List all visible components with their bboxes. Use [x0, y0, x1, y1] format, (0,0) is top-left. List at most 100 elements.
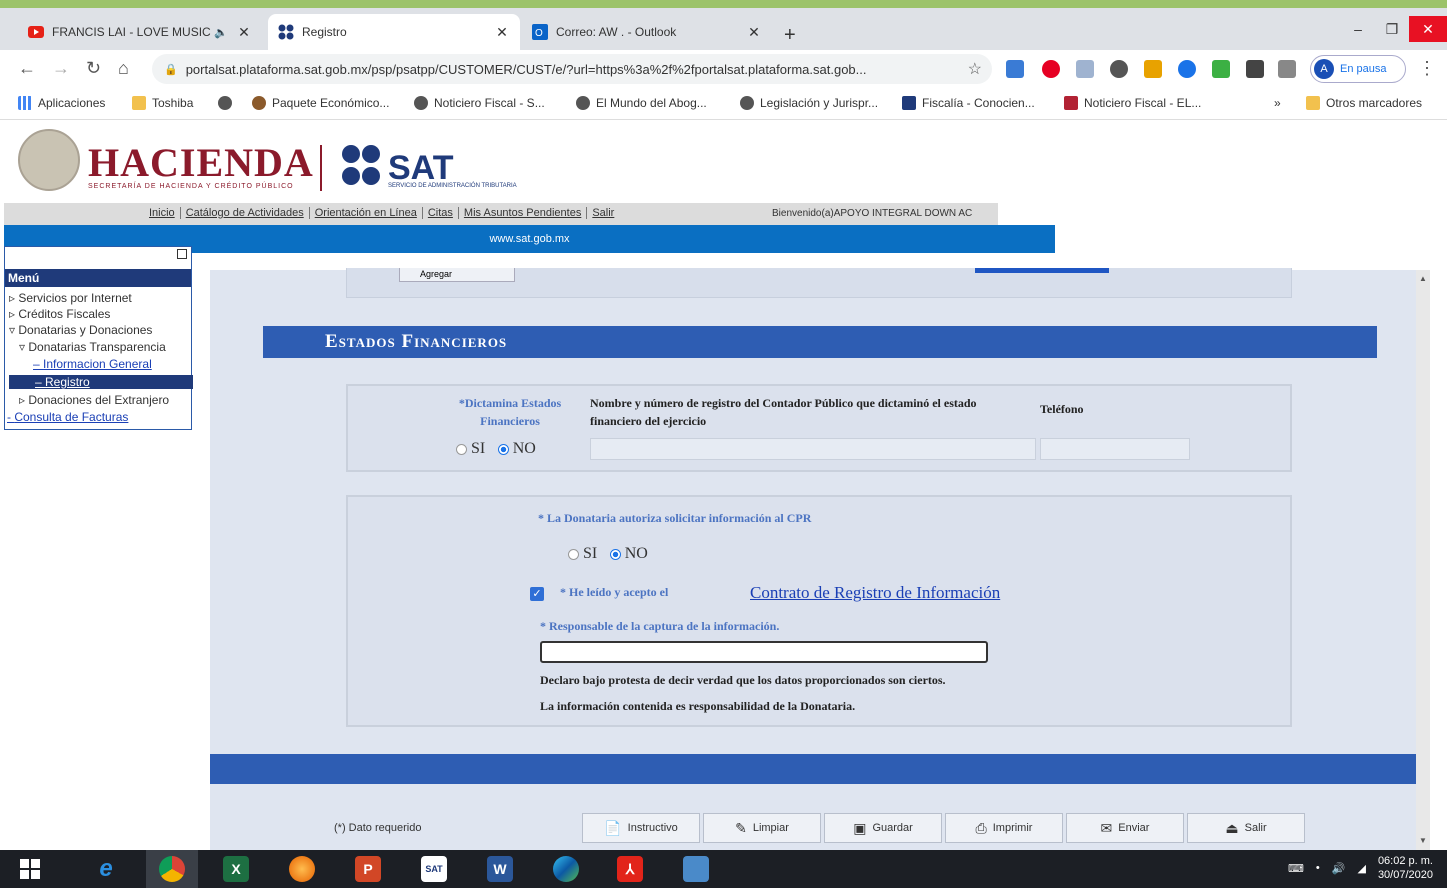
nav-citas[interactable]: Citas [423, 207, 459, 219]
extension-icon[interactable] [1178, 60, 1196, 78]
extension-icon[interactable] [1144, 60, 1162, 78]
tab-label: Correo: AW . - Outlook [556, 25, 677, 39]
back-icon[interactable]: ← [18, 58, 36, 79]
sidebar-item-servicios[interactable]: ▹ Servicios por Internet [9, 291, 132, 305]
close-window-icon[interactable]: ✕ [1409, 16, 1447, 42]
sidebar-item-extranjero[interactable]: ▹ Donaciones del Extranjero [19, 393, 169, 407]
globe-icon [576, 96, 590, 110]
bookmark-paquete[interactable]: Paquete Económico... [252, 96, 389, 110]
limpiar-button[interactable]: ✎ Limpiar [703, 813, 821, 843]
chrome-icon[interactable] [146, 850, 198, 888]
browser-toolbar: ← → ↻ ⌂ 🔒 portalsat.plataforma.sat.gob.m… [0, 50, 1447, 88]
page-scrollbar[interactable]: ▲ ▼ [1416, 270, 1430, 850]
contrato-link[interactable]: Contrato de Registro de Información [750, 583, 1000, 603]
sidebar-item-transparencia[interactable]: ▿ Donatarias Transparencia [19, 340, 166, 354]
extension-icon[interactable] [1110, 60, 1128, 78]
bookmark-legislacion[interactable]: Legislación y Jurispr... [740, 96, 878, 110]
bookmark-star-icon[interactable]: ☆ [968, 59, 982, 79]
media-icon[interactable] [1278, 60, 1296, 78]
sidebar-item-registro[interactable]: – Registro [9, 375, 193, 389]
powerpoint-icon[interactable]: P [342, 850, 394, 888]
sidebar-item-creditos[interactable]: ▹ Créditos Fiscales [9, 307, 110, 321]
eraser-icon: ✎ [735, 819, 747, 836]
dictamen-no-radio[interactable] [497, 443, 509, 455]
pinterest-icon[interactable] [1042, 60, 1060, 78]
bookmark-mundo-abog[interactable]: El Mundo del Abog... [576, 96, 707, 110]
reload-icon[interactable]: ↻ [86, 58, 101, 79]
bookmark-noticiero-el[interactable]: Noticiero Fiscal - EL... [1064, 96, 1201, 110]
bookmark-globe[interactable] [218, 96, 238, 110]
edge-icon[interactable] [540, 850, 592, 888]
bookmark-toshiba[interactable]: Toshiba [132, 96, 193, 110]
nav-orientacion[interactable]: Orientación en Línea [310, 207, 423, 219]
bookmark-apps[interactable]: Aplicaciones [18, 96, 105, 110]
salir-button[interactable]: ⏏ Salir [1187, 813, 1305, 843]
new-tab-button[interactable]: + [784, 24, 796, 47]
keyboard-icon[interactable]: ⌨ [1288, 862, 1304, 875]
nav-catalogo[interactable]: Catálogo de Actividades [181, 207, 310, 219]
home-icon[interactable]: ⌂ [118, 58, 129, 79]
tab-youtube[interactable]: FRANCIS LAI - LOVE MUSIC 🔈 ✕ [18, 14, 262, 50]
blue-button-edge[interactable] [975, 268, 1109, 273]
bookmark-noticiero-s[interactable]: Noticiero Fiscal - S... [414, 96, 545, 110]
logo-divider [320, 145, 322, 191]
address-bar[interactable]: 🔒 portalsat.plataforma.sat.gob.mx/psp/ps… [152, 54, 992, 84]
minimize-icon[interactable]: – [1341, 16, 1375, 42]
nav-salir[interactable]: Salir [587, 207, 619, 219]
network-icon[interactable]: ◢ [1357, 862, 1365, 875]
bookmark-otros[interactable]: Otros marcadores [1306, 96, 1422, 110]
sidebar-item-informacion[interactable]: – Informacion General [33, 357, 152, 371]
close-tab-icon[interactable]: ✕ [494, 24, 510, 41]
autoriza-si-radio[interactable] [568, 548, 579, 560]
instructivo-button[interactable]: 📄 Instructivo [582, 813, 700, 843]
close-tab-icon[interactable]: ✕ [236, 24, 252, 41]
autoriza-no-radio[interactable] [609, 548, 621, 560]
sidebar-item-label: Registro [45, 375, 90, 389]
telefono-field[interactable] [1040, 438, 1190, 460]
section-title: Estados Financieros [263, 326, 1377, 358]
acrobat-icon[interactable]: ⅄ [604, 850, 656, 888]
excel-icon[interactable]: X [210, 850, 262, 888]
windows-taskbar: e X P SAT W ⅄ ⌨ • 🔊 ◢ 06:02 p. m. 30/07/… [0, 850, 1447, 888]
tray-dot-icon[interactable]: • [1316, 862, 1320, 874]
profile-button[interactable]: A En pausa [1310, 55, 1406, 83]
menu-kebab-icon[interactable]: ⋮ [1418, 58, 1436, 79]
contador-field[interactable] [590, 438, 1036, 460]
extensions-puzzle-icon[interactable] [1246, 60, 1264, 78]
sat-app-icon[interactable]: SAT [408, 850, 460, 888]
speaker-icon[interactable]: 🔈 [214, 26, 228, 39]
dictamen-si-radio[interactable] [456, 443, 467, 455]
tab-registro[interactable]: Registro ✕ [268, 14, 520, 50]
collapse-menu-icon[interactable] [177, 249, 187, 259]
bookmark-fiscalia[interactable]: Fiscalía - Conocien... [902, 96, 1035, 110]
sidebar-item-donatarias[interactable]: ▿ Donatarias y Donaciones [9, 323, 152, 337]
restore-icon[interactable]: ❐ [1375, 16, 1409, 42]
extension-icon[interactable] [1006, 60, 1024, 78]
forward-icon[interactable]: → [52, 58, 70, 79]
sidebar-item-facturas[interactable]: - Consulta de Facturas [7, 410, 128, 424]
internet-explorer-icon[interactable]: e [80, 850, 132, 888]
close-tab-icon[interactable]: ✕ [746, 24, 762, 41]
tab-outlook[interactable]: O Correo: AW . - Outlook ✕ [522, 14, 772, 50]
photos-icon[interactable] [670, 850, 722, 888]
nav-inicio[interactable]: Inicio [144, 207, 181, 219]
scroll-down-icon[interactable]: ▼ [1419, 836, 1427, 845]
windows-start-icon[interactable] [4, 850, 56, 888]
agregar-button[interactable]: Agregar [399, 268, 515, 282]
scroll-up-icon[interactable]: ▲ [1419, 274, 1427, 283]
extension-icon[interactable] [1076, 60, 1094, 78]
enviar-button[interactable]: ✉ Enviar [1066, 813, 1184, 843]
responsable-input[interactable] [540, 641, 988, 663]
acepto-checkbox[interactable]: ✓ [530, 587, 544, 601]
extension-icon[interactable] [1212, 60, 1230, 78]
guardar-button[interactable]: ▣ Guardar [824, 813, 942, 843]
nav-asuntos[interactable]: Mis Asuntos Pendientes [459, 207, 588, 219]
word-icon[interactable]: W [474, 850, 526, 888]
imprimir-button[interactable]: ⎙ Imprimir [945, 813, 1063, 843]
clock[interactable]: 06:02 p. m. 30/07/2020 [1378, 854, 1433, 882]
bookmark-label: Legislación y Jurispr... [760, 96, 879, 110]
sidebar-item-label: Donatarias y Donaciones [18, 323, 153, 337]
more-bookmarks-icon[interactable]: » [1274, 96, 1281, 110]
firefox-icon[interactable] [276, 850, 328, 888]
volume-icon[interactable]: 🔊 [1332, 862, 1346, 875]
